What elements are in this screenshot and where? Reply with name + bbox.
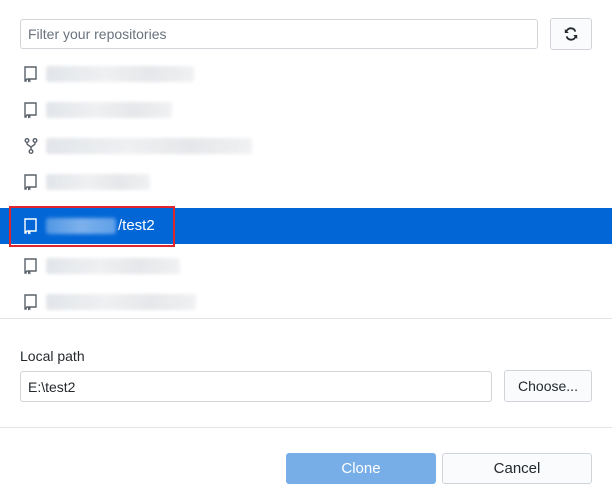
- repository-name-redacted: [46, 218, 116, 234]
- repository-list: /test2: [0, 56, 612, 312]
- divider: [0, 318, 612, 319]
- repository-name-redacted: [46, 138, 252, 154]
- repository-item-selected[interactable]: /test2: [0, 208, 612, 244]
- repo-icon: [24, 258, 37, 275]
- repository-name-redacted: [46, 174, 150, 190]
- refresh-button[interactable]: [550, 18, 592, 50]
- sync-icon: [564, 27, 578, 41]
- clone-button[interactable]: Clone: [286, 453, 436, 484]
- repository-name-redacted: [46, 258, 180, 274]
- repo-icon: [24, 174, 37, 191]
- repo-icon: [24, 102, 37, 119]
- repository-name-redacted: [46, 102, 172, 118]
- fork-icon: [24, 138, 38, 154]
- repo-icon: [24, 218, 37, 235]
- repo-icon: [24, 294, 37, 311]
- repository-name-suffix: /test2: [118, 217, 155, 234]
- repo-icon: [24, 66, 37, 83]
- repository-item[interactable]: [0, 248, 612, 284]
- local-path-label: Local path: [20, 348, 85, 364]
- cancel-button[interactable]: Cancel: [442, 453, 592, 484]
- repository-item[interactable]: [0, 92, 612, 128]
- local-path-input[interactable]: [20, 371, 492, 402]
- repository-name-redacted: [46, 66, 194, 82]
- repository-item[interactable]: [0, 284, 612, 312]
- repository-item[interactable]: [0, 164, 612, 200]
- divider: [0, 427, 612, 428]
- repository-item[interactable]: [0, 56, 612, 92]
- choose-button[interactable]: Choose...: [504, 370, 592, 402]
- filter-repositories-input[interactable]: [20, 19, 538, 49]
- repository-item[interactable]: [0, 128, 612, 164]
- repository-name-redacted: [46, 294, 196, 310]
